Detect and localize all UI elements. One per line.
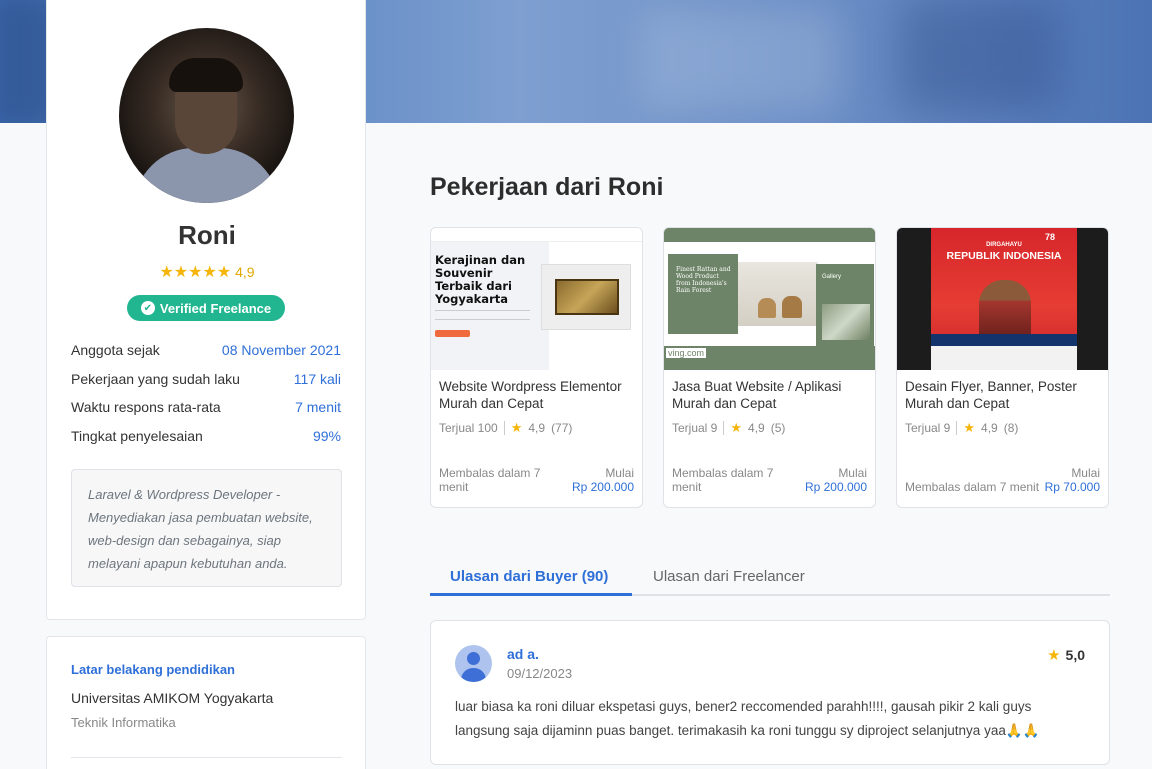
- review-tabs: Ulasan dari Buyer (90) Ulasan dari Freel…: [430, 560, 1110, 596]
- star-icon: ★: [510, 420, 523, 435]
- star-icon: ★: [730, 420, 743, 435]
- tab-freelancer-reviews[interactable]: Ulasan dari Freelancer: [653, 568, 805, 585]
- tab-buyer-reviews[interactable]: Ulasan dari Buyer (90): [450, 568, 608, 585]
- education-card: Latar belakang pendidikan Universitas AM…: [46, 636, 366, 769]
- job-meta: Terjual 9 ★ 4,9 (8): [905, 420, 1018, 436]
- profile-name: Roni: [178, 220, 236, 250]
- verified-label: Verified Freelance: [159, 300, 272, 316]
- job-title[interactable]: Jasa Buat Website / Aplikasi Murah dan C…: [672, 378, 867, 412]
- stat-value: 117 kali: [293, 370, 341, 387]
- stat-label: Pekerjaan yang sudah laku: [71, 370, 240, 387]
- job-meta: Terjual 9 ★ 4,9 (5): [672, 420, 785, 436]
- job-rating: 4,9: [748, 421, 765, 435]
- job-review-count: (5): [770, 421, 786, 435]
- jobs-section-title: Pekerjaan dari Roni: [430, 173, 664, 201]
- check-badge-icon: ✔: [140, 301, 155, 315]
- job-response-time: Membalas dalam 7 menit: [672, 466, 774, 494]
- stat-row: Waktu respons rata-rata 7 menit: [71, 399, 341, 428]
- profile-rating: ★★★★★ 4,9: [47, 262, 367, 282]
- job-sold: Terjual 100: [439, 421, 498, 435]
- job-card[interactable]: 78 DIRGAHAYU REPUBLIK INDONESIA Desain F…: [896, 227, 1109, 508]
- rating-value: 4,9: [235, 264, 255, 280]
- review-card: ad a. 09/12/2023 ★ 5,0 luar biasa ka ron…: [430, 620, 1110, 765]
- review-text: luar biasa ka roni diluar ekspetasi guys…: [455, 699, 1040, 738]
- price-prefix: Mulai: [838, 466, 867, 480]
- review-date: 09/12/2023: [507, 666, 573, 681]
- stat-label: Waktu respons rata-rata: [71, 399, 221, 415]
- job-sold: Terjual 9: [905, 421, 951, 435]
- job-review-count: (77): [551, 421, 573, 435]
- thumbnail-headline: Finest Rattan and Wood Product from Indo…: [676, 266, 731, 294]
- review-rating-value: 5,0: [1065, 647, 1085, 663]
- rating-stars-icon: ★★★★★: [159, 264, 232, 281]
- profile-card: Roni ★★★★★ 4,9 ✔ Verified Freelance Angg…: [46, 0, 366, 620]
- stat-row: Anggota sejak 08 November 2021: [71, 342, 341, 371]
- stat-value: 7 menit: [295, 399, 341, 415]
- job-response-time: Membalas dalam 7 menit: [439, 466, 541, 494]
- divider: [71, 757, 342, 758]
- job-review-count: (8): [1003, 421, 1019, 435]
- profile-avatar: [119, 28, 294, 203]
- profile-stats: Anggota sejak 08 November 2021 Pekerjaan…: [71, 342, 341, 456]
- thumbnail-top-text: DIRGAHAYU: [986, 242, 1022, 248]
- active-tab-indicator: [430, 593, 632, 596]
- job-card[interactable]: Finest Rattan and Wood Product from Indo…: [663, 227, 876, 508]
- thumbnail-headline: Kerajinan dan Souvenir Terbaik dari Yogy…: [435, 253, 526, 306]
- education-university: Universitas AMIKOM Yogyakarta: [71, 690, 274, 706]
- price-amount: Rp 200.000: [804, 480, 867, 494]
- job-price: Mulai Rp 200.000: [797, 466, 867, 494]
- thumbnail-footer-text: ving.com: [666, 348, 707, 358]
- job-card[interactable]: Kerajinan dan Souvenir Terbaik dari Yogy…: [430, 227, 643, 508]
- verified-badge: ✔ Verified Freelance: [127, 295, 285, 321]
- education-major: Teknik Informatika: [71, 715, 176, 730]
- stat-label: Tingkat penyelesaian: [71, 427, 203, 444]
- job-thumbnail[interactable]: Kerajinan dan Souvenir Terbaik dari Yogy…: [431, 228, 642, 370]
- job-sold: Terjual 9: [672, 421, 718, 435]
- stat-value: 08 November 2021: [221, 342, 341, 358]
- thumbnail-number: 78: [1045, 232, 1056, 242]
- job-response-time: Membalas dalam 7 menit: [905, 480, 1040, 494]
- review-rating: ★ 5,0: [1047, 646, 1085, 664]
- stat-row: Tingkat penyelesaian 99%: [71, 428, 341, 457]
- job-title[interactable]: Desain Flyer, Banner, Poster Murah dan C…: [905, 378, 1100, 412]
- price-amount: Rp 70.000: [1044, 480, 1100, 494]
- star-icon: ★: [963, 420, 976, 435]
- price-amount: Rp 200.000: [571, 480, 634, 494]
- user-avatar-icon: [455, 645, 492, 682]
- job-rating: 4,9: [981, 421, 998, 435]
- education-title: Latar belakang pendidikan: [71, 662, 235, 677]
- stat-row: Pekerjaan yang sudah laku 117 kali: [71, 371, 341, 400]
- stat-label: Anggota sejak: [71, 342, 160, 358]
- job-price: Mulai Rp 200.000: [564, 466, 634, 494]
- job-price: Mulai Rp 70.000: [1030, 466, 1100, 494]
- job-title[interactable]: Website Wordpress Elementor Murah dan Ce…: [439, 378, 634, 412]
- price-prefix: Mulai: [1071, 466, 1100, 480]
- job-thumbnail[interactable]: Finest Rattan and Wood Product from Indo…: [664, 228, 875, 370]
- thumbnail-headline: REPUBLIK INDONESIA: [946, 250, 1062, 262]
- job-meta: Terjual 100 ★ 4,9 (77): [439, 420, 572, 436]
- job-rating: 4,9: [528, 421, 546, 435]
- stat-value: 99%: [312, 427, 341, 444]
- thumbnail-gallery-label: Gallery: [822, 274, 842, 280]
- profile-bio: Laravel & Wordpress Developer - Menyedia…: [71, 469, 342, 587]
- star-icon: ★: [1047, 647, 1061, 664]
- job-thumbnail[interactable]: 78 DIRGAHAYU REPUBLIK INDONESIA: [897, 228, 1108, 370]
- reviewer-name[interactable]: ad a.: [507, 646, 539, 662]
- price-prefix: Mulai: [605, 466, 634, 480]
